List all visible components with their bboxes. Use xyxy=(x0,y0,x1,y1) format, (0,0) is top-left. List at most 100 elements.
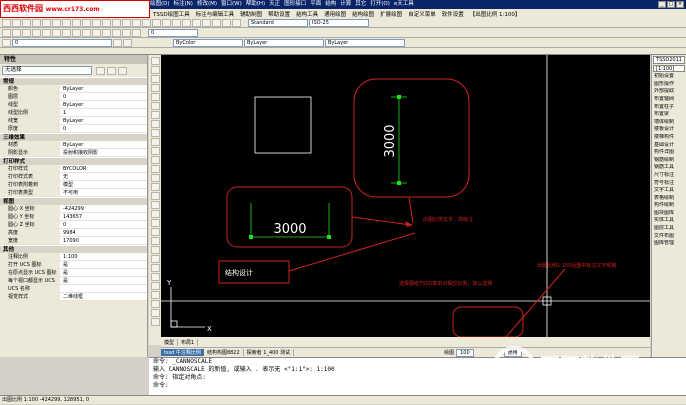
draw-tool-button[interactable] xyxy=(150,174,160,182)
menu-item[interactable]: 标注(N) xyxy=(174,0,193,9)
tool-button[interactable] xyxy=(32,28,41,37)
tool-button[interactable] xyxy=(52,28,61,37)
side-menu-item[interactable]: 墙体绘制 xyxy=(652,119,686,127)
color-select[interactable]: ByColor xyxy=(173,38,243,47)
menu-item[interactable]: 结构绘图 xyxy=(349,10,377,18)
tool-button[interactable] xyxy=(82,28,91,37)
property-value[interactable] xyxy=(60,285,147,292)
menu-item[interactable]: 自定义菜单 xyxy=(405,10,439,18)
side-menu-item[interactable]: 文字工具 xyxy=(652,187,686,195)
property-value[interactable]: 1:100 xyxy=(60,253,147,260)
side-menu-item[interactable]: 基础设计 xyxy=(652,142,686,150)
menu-item[interactable]: TSSD绘图工具 xyxy=(150,10,193,18)
menu-item[interactable]: 图形接口 xyxy=(284,0,306,9)
side-menu-item[interactable]: 构件绘制 xyxy=(652,202,686,210)
draw-tool-button[interactable] xyxy=(150,282,160,290)
draw-tool-button[interactable] xyxy=(150,273,160,281)
tool-button[interactable] xyxy=(22,28,31,37)
draw-tool-button[interactable] xyxy=(150,93,160,101)
menu-item[interactable]: 计算 xyxy=(340,0,351,9)
drawing-canvas[interactable]: 3000 3000 出图比例文字、高级注 结构设计 选择图纸TSSD菜单对相应比… xyxy=(161,55,650,337)
property-value[interactable]: 不可用 xyxy=(60,189,147,196)
side-menu-item[interactable]: 初始设置 xyxy=(652,73,686,81)
tool-button[interactable] xyxy=(132,28,141,37)
draw-tool-button[interactable] xyxy=(150,66,160,74)
tool-button[interactable] xyxy=(182,18,191,27)
property-value[interactable]: 0 xyxy=(60,93,147,100)
property-value[interactable]: BYCOLOR xyxy=(60,165,147,172)
draw-tool-button[interactable] xyxy=(150,120,160,128)
tool-button[interactable] xyxy=(2,18,11,27)
side-menu-item[interactable]: 钢筋工具 xyxy=(652,164,686,172)
menu-item[interactable]: 通用绘图 xyxy=(321,10,349,18)
draw-tool-button[interactable] xyxy=(150,156,160,164)
tool-button[interactable] xyxy=(42,28,51,37)
draw-tool-button[interactable] xyxy=(150,210,160,218)
tool-button[interactable] xyxy=(212,18,221,27)
side-menu-item[interactable]: 楼梯构件 xyxy=(652,134,686,142)
property-section-header[interactable]: 常规 xyxy=(0,77,147,85)
tool-button[interactable] xyxy=(12,18,21,27)
tool-button[interactable] xyxy=(22,18,31,27)
side-menu-item[interactable]: 文件布图 xyxy=(652,233,686,241)
toggle-pickadd-icon[interactable] xyxy=(96,66,105,75)
tool-button[interactable] xyxy=(222,18,231,27)
menu-item[interactable]: 打开(O) xyxy=(370,0,390,9)
property-section-header[interactable]: 视图 xyxy=(0,197,147,205)
draw-tool-button[interactable] xyxy=(150,138,160,146)
tool-button[interactable] xyxy=(232,18,241,27)
selection-dropdown[interactable]: 无选择 xyxy=(2,66,92,75)
menu-item[interactable]: 结构 xyxy=(325,0,336,9)
layer-select[interactable]: 0 xyxy=(12,38,112,47)
tool-button[interactable] xyxy=(2,28,11,37)
menu-item[interactable]: 帮助设置 xyxy=(265,10,293,18)
draw-tool-button[interactable] xyxy=(150,219,160,227)
tool-button[interactable] xyxy=(52,18,61,27)
menu-item[interactable]: 窗口(W) xyxy=(221,0,242,9)
tool-button[interactable] xyxy=(172,18,181,27)
side-menu-item[interactable]: 图形操作 xyxy=(652,81,686,89)
property-value[interactable]: 143657 xyxy=(60,213,147,220)
tool-button[interactable] xyxy=(122,28,131,37)
maximize-icon[interactable]: □ xyxy=(667,1,675,8)
draw-tool-button[interactable] xyxy=(150,246,160,254)
draw-tool-button[interactable] xyxy=(150,201,160,209)
linetype-select[interactable]: ByLayer xyxy=(244,38,324,47)
draw-tool-button[interactable] xyxy=(150,291,160,299)
tool-button[interactable] xyxy=(92,18,101,27)
side-menu-item[interactable]: 尺寸标注 xyxy=(652,172,686,180)
property-value[interactable]: -424299 xyxy=(60,205,147,212)
property-value[interactable]: 无 xyxy=(60,173,147,180)
tool-button[interactable] xyxy=(202,18,211,27)
tool-button[interactable] xyxy=(112,18,121,27)
tool-button[interactable] xyxy=(92,28,101,37)
property-section-header[interactable]: 三维效果 xyxy=(0,133,147,141)
draw-tool-button[interactable] xyxy=(150,309,160,317)
menu-item[interactable]: 帮助(H) xyxy=(246,0,265,9)
close-icon[interactable]: × xyxy=(676,1,684,8)
draw-tool-button[interactable] xyxy=(150,165,160,173)
lineweight-select[interactable]: ByLayer xyxy=(325,38,405,47)
side-menu-item[interactable]: 实体工具 xyxy=(652,217,686,225)
draw-tool-button[interactable] xyxy=(150,300,160,308)
draw-tool-button[interactable] xyxy=(150,75,160,83)
side-menu-item[interactable]: 图块图库 xyxy=(652,210,686,218)
menu-item[interactable]: e天工具 xyxy=(394,0,414,9)
draw-tool-button[interactable] xyxy=(150,111,160,119)
tool-button[interactable] xyxy=(113,38,122,47)
menu-item[interactable]: 结构工具 xyxy=(293,10,321,18)
property-value[interactable]: 0 xyxy=(60,221,147,228)
side-menu-item[interactable]: 布置轴网 xyxy=(652,96,686,104)
property-value[interactable]: ByLayer xyxy=(60,117,147,124)
doc-tab-1[interactable]: tssd 牛注释比例 xyxy=(161,349,204,356)
tool-button[interactable] xyxy=(62,28,71,37)
tool-button[interactable] xyxy=(123,38,132,47)
property-value[interactable]: 是 xyxy=(60,261,147,268)
doc-tab-3[interactable]: 探索者 1_400 测试 xyxy=(244,349,295,356)
side-menu-item[interactable]: 钢筋绘制 xyxy=(652,157,686,165)
side-menu-item[interactable]: 符号标注 xyxy=(652,180,686,188)
draw-tool-button[interactable] xyxy=(150,84,160,92)
tool-button[interactable] xyxy=(142,18,151,27)
side-menu-item[interactable]: 图层工具 xyxy=(652,225,686,233)
property-value[interactable]: 是 xyxy=(60,269,147,276)
